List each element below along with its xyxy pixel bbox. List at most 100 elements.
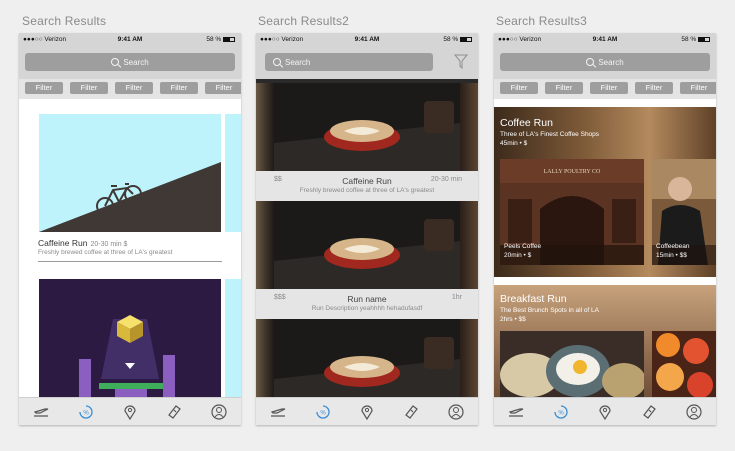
latte-illustration [274,319,460,397]
result-photo-coffee[interactable] [274,83,460,171]
tab-bar: % [494,397,716,425]
filter-button[interactable]: Filter [590,82,628,94]
search-placeholder: Search [285,57,311,67]
next-card-peek [225,279,241,397]
place-card-peels-coffee[interactable]: LALLY POULTRY CO Peels Coffee 20min • $ [500,159,644,265]
section-subtitle: Three of LA's Finest Coffee Shops [500,131,600,138]
ticket-icon[interactable] [640,403,658,421]
section-subtitle: The Best Brunch Spots in all of LA [500,307,599,314]
citrus-photo [652,331,716,397]
map-pin-icon[interactable] [358,403,376,421]
result-card-image-game[interactable] [39,279,221,397]
profile-icon[interactable] [685,403,703,421]
search-bar: Search [494,47,716,79]
status-bar: ●●●○○ Verizon 9:41 AM 58 % [19,33,241,47]
place-meta: 15min • $$ [656,252,687,259]
search-bar: Search [19,47,241,79]
result-duration: 20-30 min [430,176,462,183]
result-description: Run Description yeahhhh hehadufasdf [311,305,423,312]
next-card-peek [460,83,478,171]
battery-indicator: 58 % [681,36,710,43]
result-caption[interactable]: $$$ Run name 1hr Run Description yeahhhh… [256,289,478,319]
search-input[interactable]: Search [265,53,433,71]
results-list: Caffeine Run 20-30 min $ Freshly brewed c… [19,105,241,397]
run-section-coffee[interactable]: Coffee Run Three of LA's Finest Coffee S… [494,107,716,277]
card-title: Caffeine Run 20-30 min $ [38,238,127,248]
battery-percent: 58 % [206,36,222,43]
results-list: Coffee Run Three of LA's Finest Coffee S… [494,105,716,397]
next-card-peek [225,114,241,232]
profile-icon[interactable] [210,403,228,421]
map-pin-icon[interactable] [596,403,614,421]
place-card-brunch[interactable] [500,331,644,397]
phone-screen-search-results-3: ●●●○○ Verizon 9:41 AM 58 % Search Filter… [494,33,716,425]
latte-illustration [274,201,460,289]
search-icon [586,58,595,66]
bike-illustration [39,162,221,232]
battery-icon [223,36,235,42]
card-title-text: Caffeine Run [38,238,88,248]
board-title-3: Search Results3 [496,14,588,28]
airplane-icon[interactable] [269,403,287,421]
battery-icon [698,36,710,42]
place-card-coffeebean[interactable]: Coffeebean 15min • $$ [652,159,716,265]
next-card-peek [460,201,478,289]
result-description: Freshly brewed coffee at three of LA's g… [299,187,435,194]
discount-icon[interactable]: % [552,403,570,421]
airplane-icon[interactable] [507,403,525,421]
filter-button[interactable]: Filter [545,82,583,94]
tab-bar: % [19,397,241,425]
filter-button[interactable]: Filter [115,82,153,94]
section-title: Breakfast Run [500,293,567,305]
search-placeholder: Search [598,57,624,67]
prev-card-peek [256,83,274,171]
castle-illustration [79,315,175,397]
search-bar: Search [256,47,478,79]
status-bar: ●●●○○ Verizon 9:41 AM 58 % [494,33,716,47]
filter-button[interactable]: Filter [25,82,63,94]
result-card-image-bike[interactable] [39,114,221,232]
result-photo-coffee[interactable] [274,201,460,289]
run-section-breakfast[interactable]: Breakfast Run The Best Brunch Spots in a… [494,285,716,397]
results-list: $$ Caffeine Run 20-30 min Freshly brewed… [256,79,478,397]
filter-button[interactable]: Filter [500,82,538,94]
battery-icon [460,36,472,42]
board-title-1: Search Results [22,14,107,28]
section-meta: 2hrs • $$ [500,316,526,323]
card-description: Freshly brewed coffee at three of LA's g… [38,249,173,256]
profile-icon[interactable] [447,403,465,421]
place-card-citrus[interactable] [652,331,716,397]
place-name: Peels Coffee [504,243,542,250]
discount-icon[interactable]: % [77,403,95,421]
prev-card-peek [256,319,274,397]
phone-screen-search-results-2: ●●●○○ Verizon 9:41 AM 58 % Search $$ Caf [256,33,478,425]
ticket-icon[interactable] [165,403,183,421]
place-meta: 20min • $ [504,252,532,259]
map-pin-icon[interactable] [121,403,139,421]
filter-button[interactable]: Filter [160,82,198,94]
discount-icon[interactable]: % [314,403,332,421]
battery-percent: 58 % [443,36,459,43]
filter-button[interactable]: Filter [205,82,241,94]
result-photo-coffee[interactable] [274,319,460,397]
filter-funnel-icon[interactable] [454,54,468,69]
result-caption[interactable]: $$ Caffeine Run 20-30 min Freshly brewed… [256,171,478,201]
battery-percent: 58 % [681,36,697,43]
result-name: Run name [347,294,387,304]
filter-button[interactable]: Filter [635,82,673,94]
search-placeholder: Search [123,57,149,67]
airplane-icon[interactable] [32,403,50,421]
result-duration: 1hr [451,294,462,301]
section-meta: 45min • $ [500,140,528,147]
svg-text:%: % [558,410,564,416]
filter-button[interactable]: Filter [70,82,108,94]
phone-screen-search-results: ●●●○○ Verizon 9:41 AM 58 % Search Filter… [19,33,241,425]
filter-button[interactable]: Filter [680,82,716,94]
ticket-icon[interactable] [402,403,420,421]
prev-card-peek [256,201,274,289]
search-input[interactable]: Search [500,53,710,71]
search-icon [111,58,120,66]
battery-indicator: 58 % [206,36,235,43]
section-title: Coffee Run [500,117,553,129]
search-input[interactable]: Search [25,53,235,71]
